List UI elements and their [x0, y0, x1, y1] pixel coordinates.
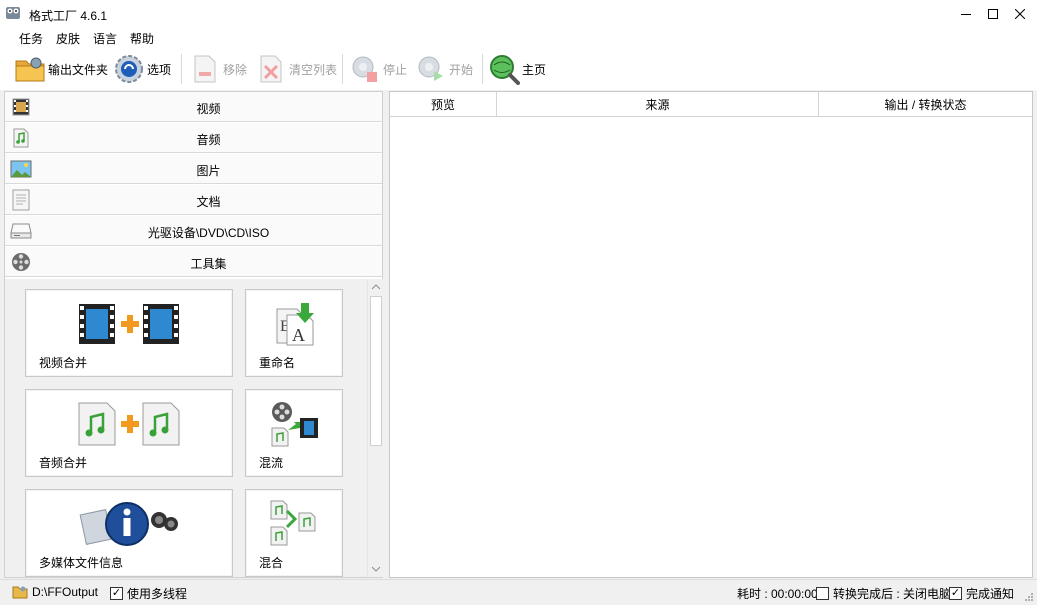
remove-icon [189, 53, 221, 85]
maximize-icon [988, 9, 998, 19]
stop-button[interactable]: 停止 [349, 52, 407, 86]
music-note-icon [10, 127, 32, 149]
tool-video-merge[interactable]: 视频合并 [25, 289, 233, 377]
tool-audio-merge[interactable]: 音频合并 [25, 389, 233, 477]
column-preview[interactable]: 预览 [390, 92, 497, 117]
folder-icon [14, 53, 46, 85]
film-reel-icon [10, 251, 32, 273]
chevron-down-icon [371, 566, 381, 572]
home-button[interactable]: 主页 [488, 52, 546, 86]
category-label: 光驱设备\DVD\CD\ISO [147, 226, 270, 240]
output-folder-button[interactable]: 输出文件夹 [14, 52, 108, 86]
category-disc[interactable]: 光驱设备\DVD\CD\ISO [5, 216, 382, 246]
tool-label: 音频合并 [39, 456, 88, 470]
minimize-button[interactable] [952, 0, 980, 28]
svg-text:A: A [292, 325, 305, 345]
toolbar-separator [482, 54, 483, 84]
tool-mux[interactable]: 混流 [245, 389, 343, 477]
tool-label: 多媒体文件信息 [39, 556, 124, 570]
column-source[interactable]: 来源 [497, 92, 819, 117]
title-bar: 格式工厂 4.6.1 [0, 0, 1037, 28]
category-label: 工具集 [190, 257, 227, 271]
tool-label: 混流 [259, 456, 284, 470]
menu-skin[interactable]: 皮肤 [54, 30, 82, 47]
category-label: 音频 [196, 133, 221, 147]
options-button[interactable]: 选项 [113, 52, 171, 86]
checkbox-unchecked[interactable] [816, 587, 829, 600]
stop-icon [349, 53, 381, 85]
mix-icon [246, 498, 342, 550]
tool-label: 混合 [259, 556, 284, 570]
remove-button[interactable]: 移除 [189, 52, 247, 86]
after-done-label: 转换完成后 : 关闭电脑 [833, 587, 952, 601]
minimize-icon [961, 14, 971, 15]
status-bar: D:\FFOutput ✓ 使用多线程 耗时 : 00:00:00 转换完成后 … [0, 579, 1037, 605]
film-icon [10, 96, 32, 118]
category-tools[interactable]: 工具集 [5, 247, 382, 277]
start-button[interactable]: 开始 [415, 52, 473, 86]
menu-task[interactable]: 任务 [17, 30, 45, 47]
elapsed-time: 耗时 : 00:00:00 [737, 587, 818, 601]
menu-language[interactable]: 语言 [91, 30, 119, 47]
checkbox-checked[interactable]: ✓ [110, 587, 123, 600]
category-audio[interactable]: 音频 [5, 123, 382, 153]
output-path-text: D:\FFOutput [32, 585, 99, 599]
folder-icon [12, 586, 28, 599]
after-done-checkbox[interactable]: 转换完成后 : 关闭电脑 [816, 585, 951, 602]
gear-icon [113, 53, 145, 85]
rename-icon: B A [246, 298, 342, 350]
close-icon [1015, 9, 1025, 19]
disc-drive-icon [10, 220, 32, 242]
task-list-header: 预览 来源 输出 / 转换状态 [390, 92, 1032, 117]
notify-checkbox[interactable]: ✓ 完成通知 [949, 585, 1014, 602]
resize-grip-icon[interactable] [1024, 592, 1034, 602]
category-label: 文档 [196, 195, 221, 209]
magnifier-globe-icon [488, 53, 520, 85]
category-document[interactable]: 文档 [5, 185, 382, 215]
tool-media-info[interactable]: 多媒体文件信息 [25, 489, 233, 577]
multithread-checkbox[interactable]: ✓ 使用多线程 [110, 585, 187, 602]
scroll-down-button[interactable] [368, 561, 384, 577]
app-icon[interactable] [5, 5, 21, 21]
category-picture[interactable]: 图片 [5, 154, 382, 184]
tool-mix[interactable]: 混合 [245, 489, 343, 577]
video-merge-icon [26, 298, 232, 350]
audio-merge-icon [26, 398, 232, 450]
menu-help[interactable]: 帮助 [128, 30, 156, 47]
picture-icon [10, 158, 32, 180]
notify-label: 完成通知 [966, 587, 1015, 601]
close-button[interactable] [1006, 0, 1034, 28]
media-info-icon [26, 498, 232, 550]
mux-icon [246, 398, 342, 450]
clear-icon [255, 53, 287, 85]
tools-grid: 视频合并 B A 重命名 音频合并 混流 多媒体文件信息 混合 [5, 279, 367, 577]
category-panel: 视频 音频 图片 文档 光驱设备\DVD\CD\ISO 工具集 视频合并 B A… [4, 91, 383, 578]
tools-scrollbar[interactable] [367, 279, 383, 577]
output-path[interactable]: D:\FFOutput [12, 585, 98, 599]
column-output-status[interactable]: 输出 / 转换状态 [819, 92, 1032, 117]
scroll-up-button[interactable] [368, 279, 384, 295]
tool-rename[interactable]: B A 重命名 [245, 289, 343, 377]
clear-list-button[interactable]: 清空列表 [255, 52, 337, 86]
toolbar-separator [342, 54, 343, 84]
toolbar: 输出文件夹 选项 移除 清空列表 停止 开始 主页 [0, 48, 1037, 90]
category-video[interactable]: 视频 [5, 92, 382, 122]
scroll-thumb[interactable] [370, 296, 382, 446]
chevron-up-icon [371, 284, 381, 290]
category-label: 图片 [196, 164, 221, 178]
tool-label: 重命名 [259, 356, 296, 370]
maximize-button[interactable] [979, 0, 1007, 28]
toolbar-separator [181, 54, 182, 84]
checkbox-checked[interactable]: ✓ [949, 587, 962, 600]
tool-label: 视频合并 [39, 356, 88, 370]
category-label: 视频 [196, 102, 221, 116]
window-title: 格式工厂 4.6.1 [29, 9, 108, 23]
multithread-label: 使用多线程 [127, 587, 188, 601]
start-icon [415, 53, 447, 85]
task-list[interactable]: 预览 来源 输出 / 转换状态 [389, 91, 1033, 578]
menu-bar: 任务 皮肤 语言 帮助 [0, 28, 1037, 48]
document-icon [10, 189, 32, 211]
